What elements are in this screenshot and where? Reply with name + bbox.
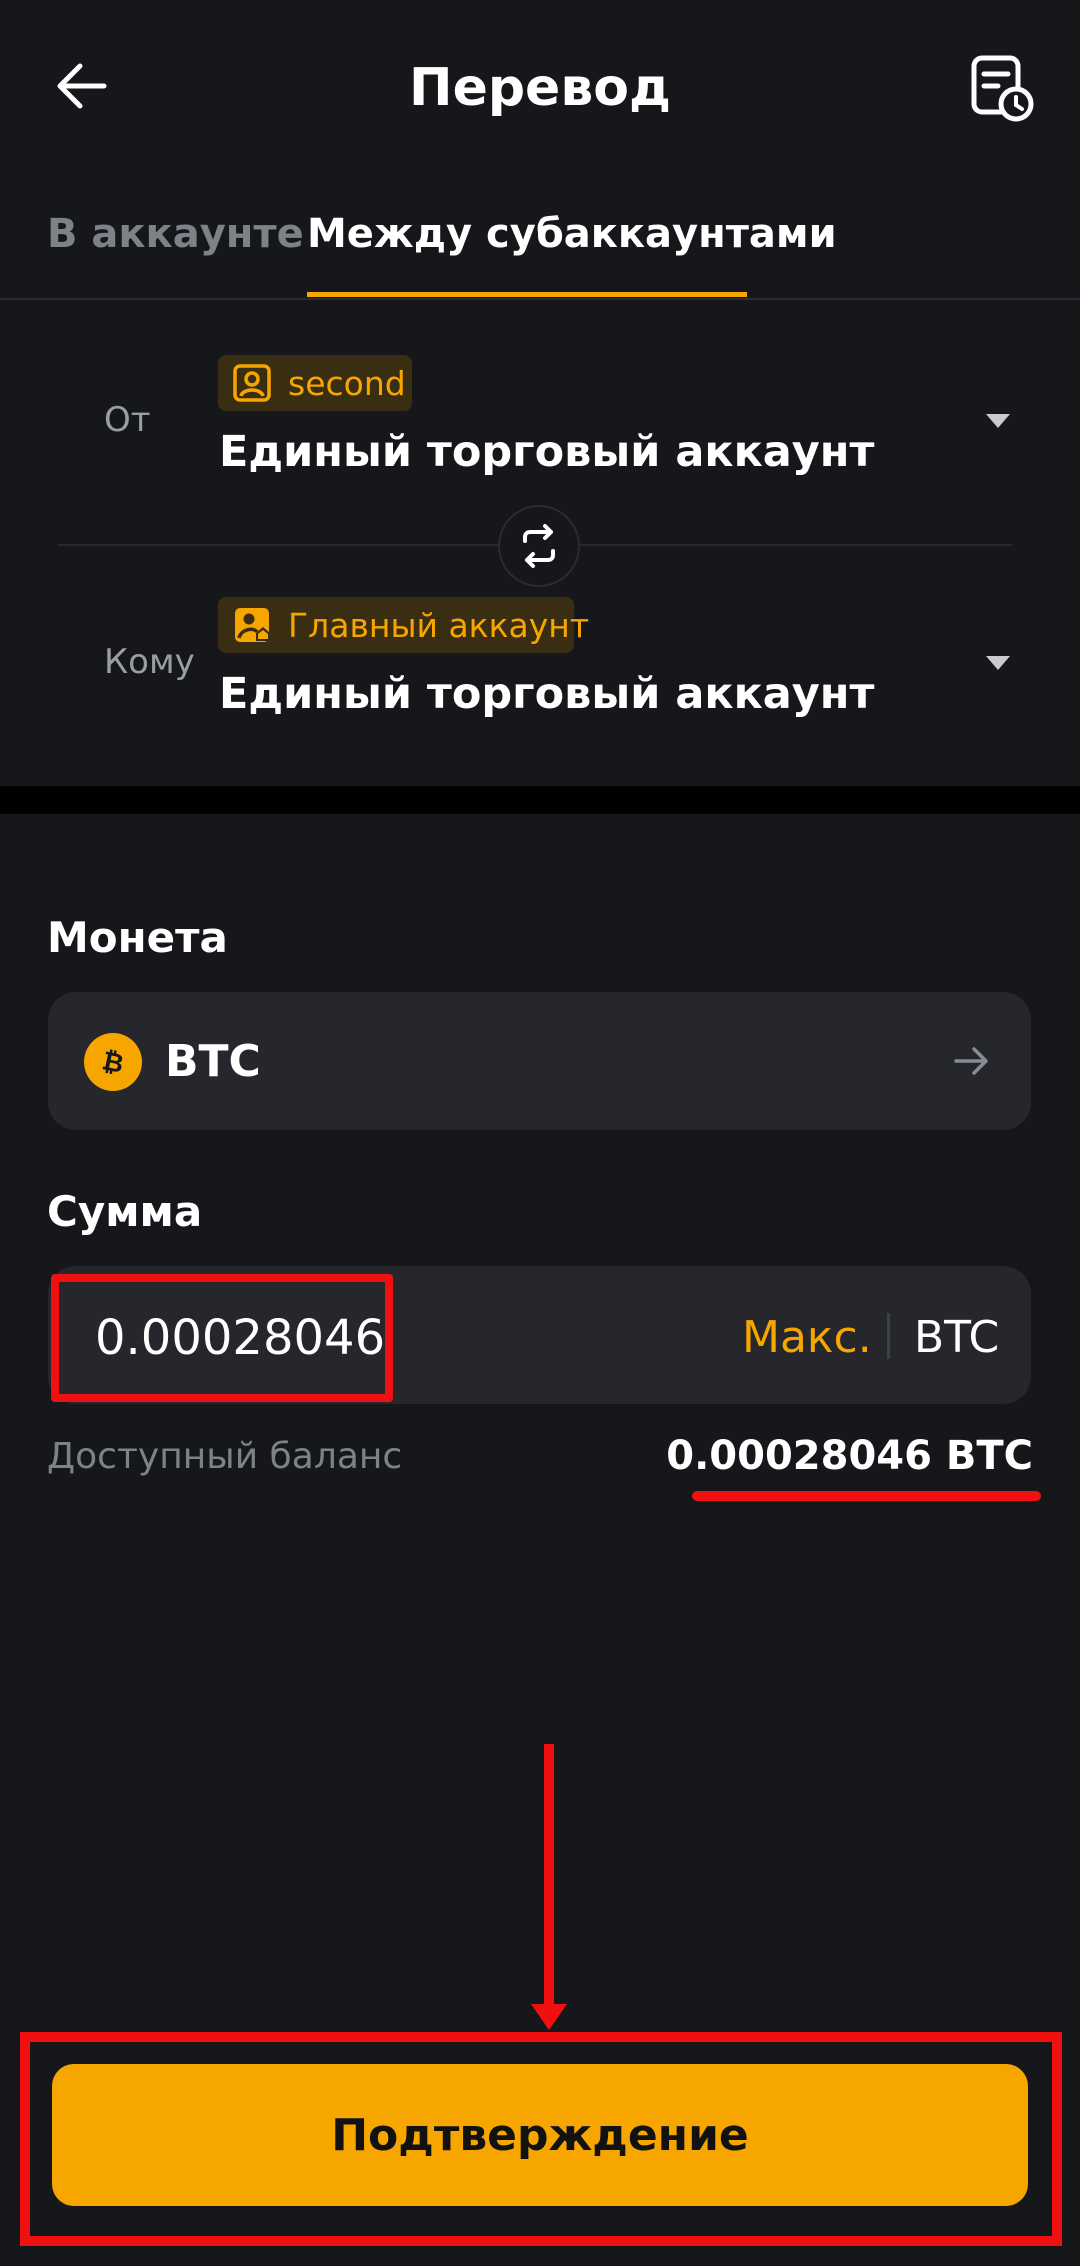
page-title: Перевод: [409, 58, 671, 118]
from-account-name[interactable]: Единый торговый аккаунт: [219, 424, 874, 480]
main-account-icon: [235, 608, 270, 642]
from-badge-label: second: [288, 363, 406, 403]
annotation-arrow-head: [531, 2004, 567, 2030]
bitcoin-icon: ₿: [84, 1033, 142, 1091]
to-label: Кому: [104, 642, 195, 682]
divider: [0, 298, 1080, 300]
available-balance-value: 0.00028046 BTC: [666, 1433, 1033, 1479]
coin-value: BTC: [165, 1036, 261, 1087]
from-label: От: [104, 400, 151, 440]
svg-text:₿: ₿: [99, 1046, 126, 1079]
to-dropdown-caret-icon[interactable]: [986, 656, 1010, 670]
annotation-underline: [692, 1491, 1041, 1501]
from-account-badge: second: [218, 355, 412, 411]
to-account-badge: Главный аккаунт: [218, 597, 589, 653]
amount-unit: BTC: [914, 1312, 1000, 1363]
annotation-highlight-box: [51, 1274, 393, 1402]
swap-accounts-button[interactable]: [498, 505, 580, 587]
history-button[interactable]: [964, 52, 1036, 124]
annotation-arrow: [544, 1744, 554, 2012]
active-tab-indicator: [307, 292, 747, 297]
amount-label: Сумма: [47, 1187, 203, 1236]
divider: [887, 1313, 890, 1359]
coin-label: Монета: [47, 913, 228, 962]
annotation-highlight-box: [20, 2032, 1062, 2246]
arrow-right-icon: [954, 1047, 988, 1075]
user-account-icon: [233, 364, 271, 402]
tab-between-subaccounts[interactable]: Между субаккаунтами: [307, 206, 837, 262]
swap-arrows-icon: [523, 524, 555, 568]
to-badge-label: Главный аккаунт: [288, 605, 590, 645]
to-account-name[interactable]: Единый торговый аккаунт: [219, 666, 874, 722]
max-button[interactable]: Макс.: [742, 1308, 872, 1368]
from-dropdown-caret-icon[interactable]: [986, 414, 1010, 428]
history-document-icon: [971, 55, 1034, 122]
section-separator: [0, 786, 1080, 814]
tab-in-account[interactable]: В аккаунте: [47, 206, 304, 262]
